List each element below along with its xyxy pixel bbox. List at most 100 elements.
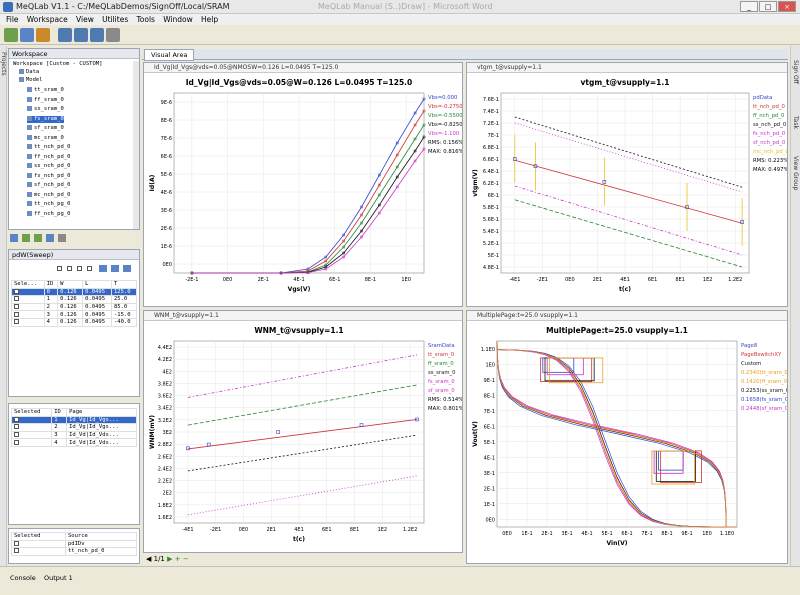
tree-node-data[interactable]: Data <box>19 69 39 77</box>
checkbox[interactable] <box>14 311 19 317</box>
option-checkbox[interactable] <box>67 266 72 271</box>
save-icon[interactable] <box>36 28 50 42</box>
grid-icon[interactable] <box>111 265 119 272</box>
link-icon[interactable] <box>90 28 104 42</box>
col-w[interactable]: W <box>57 280 84 289</box>
minimize-button[interactable]: _ <box>740 1 758 12</box>
row-checkbox[interactable] <box>10 423 53 432</box>
close-button[interactable]: × <box>778 1 796 12</box>
col-selected[interactable]: Selected <box>10 408 53 417</box>
col-l[interactable]: L <box>82 280 112 289</box>
menu-workspace[interactable]: Workspace <box>27 14 68 25</box>
table-row[interactable]: pdIDv <box>11 539 138 549</box>
checkbox[interactable] <box>14 439 19 445</box>
remove-page-icon[interactable]: − <box>183 555 189 563</box>
tree-item[interactable]: ss_sram_0 <box>27 106 64 114</box>
col-page[interactable]: Page <box>66 408 137 417</box>
menu-tools[interactable]: Tools <box>136 14 154 25</box>
checkbox[interactable] <box>14 548 19 554</box>
option-checkbox[interactable] <box>57 266 62 271</box>
row-checkbox[interactable] <box>11 287 45 297</box>
output-tab[interactable]: Output 1 <box>44 574 73 582</box>
col-source[interactable]: Source <box>64 532 138 541</box>
row-checkbox[interactable] <box>10 438 53 447</box>
menu-help[interactable]: Help <box>201 14 218 25</box>
checkbox[interactable] <box>14 432 19 438</box>
checkbox[interactable] <box>14 424 19 430</box>
col-id[interactable]: ID <box>43 280 59 289</box>
checkbox[interactable] <box>14 304 19 310</box>
copy-icon[interactable] <box>34 234 42 242</box>
row-checkbox[interactable] <box>11 317 45 327</box>
tree-item[interactable]: sf_sram_0 <box>27 125 64 133</box>
table-row[interactable]: 2 Id_Vg|Id_Vgs... <box>10 423 137 432</box>
checkbox[interactable] <box>14 417 19 422</box>
col-select[interactable]: Sele... <box>11 280 45 289</box>
prev-page-icon[interactable]: ◀ <box>146 555 151 563</box>
row-checkbox[interactable] <box>11 295 45 304</box>
menu-window[interactable]: Window <box>163 14 193 25</box>
checkbox[interactable] <box>14 296 19 302</box>
tree-item[interactable]: tt_nch_pd_0 <box>27 144 70 152</box>
table-row[interactable]: 1 Id_Vg|Id_Vgs... <box>10 415 137 425</box>
projects-tab[interactable]: Projects <box>0 52 7 76</box>
view-group-tab[interactable]: View Group <box>792 156 799 190</box>
checkbox[interactable] <box>14 289 19 294</box>
table-row[interactable]: 3 0.126 0.0495 -15.0 <box>11 310 138 319</box>
chart4-tab[interactable]: MultiplePage:t=25.0 vsupply=1.1 <box>467 311 787 321</box>
sign-off-tab[interactable]: Sign Off <box>792 60 799 84</box>
table-row[interactable]: 2 0.126 0.0495 85.0 <box>11 302 138 312</box>
export-icon[interactable] <box>74 28 88 42</box>
refresh-icon[interactable] <box>22 234 30 242</box>
option-checkbox[interactable] <box>87 266 92 271</box>
checkbox[interactable] <box>14 319 19 325</box>
add-page-icon[interactable]: + <box>175 555 181 563</box>
tree-item[interactable]: tt_nch_pg_0 <box>27 201 70 209</box>
workspace-root[interactable]: Workspace [Custom - CUSTOM] <box>13 61 102 69</box>
tree-item[interactable]: fs_sram_0 <box>27 115 64 123</box>
chart-icon[interactable] <box>123 265 131 272</box>
tree-item[interactable]: ff_nch_pg_0 <box>27 210 70 219</box>
add-icon[interactable] <box>10 234 18 242</box>
table-row[interactable]: 1 0.126 0.0495 25.0 <box>11 295 138 304</box>
open-icon[interactable] <box>20 28 34 42</box>
tree-item[interactable]: tt_sram_0 <box>27 87 64 95</box>
row-checkbox[interactable] <box>11 547 66 556</box>
table-icon[interactable] <box>99 265 107 272</box>
tree-item[interactable]: sf_nch_pd_0 <box>27 182 70 190</box>
table-row[interactable]: 0 0.126 0.0495 125.0 <box>11 287 138 297</box>
col-id[interactable]: ID <box>51 408 68 417</box>
option-checkbox[interactable] <box>77 266 82 271</box>
console-tab[interactable]: Console <box>10 574 36 582</box>
row-checkbox[interactable] <box>11 302 45 312</box>
tree-item[interactable]: mc_nch_pd_0 <box>27 191 70 200</box>
chart2-tab[interactable]: vtgm_t@vsupply=1.1 <box>467 63 787 73</box>
chart1-tab[interactable]: Id_Vg|Id_Vgs@vds=0.05@NMOSW=0.126 L=0.04… <box>144 63 462 73</box>
row-checkbox[interactable] <box>10 430 53 440</box>
menu-utilites[interactable]: Utilites <box>102 14 128 25</box>
tree-item[interactable]: ff_sram_0 <box>27 96 64 105</box>
table-row[interactable]: 4 Id_Vd|Id_Vds... <box>10 438 137 447</box>
tree-item[interactable]: ss_nch_pd_0 <box>27 163 70 171</box>
table-row[interactable]: tt_nch_pd_0 <box>11 547 138 556</box>
tree-item[interactable]: mc_sram_0 <box>27 134 64 143</box>
task-tab[interactable]: Task <box>792 116 799 129</box>
table-row[interactable]: 4 0.126 0.0495 -40.0 <box>11 317 138 327</box>
col-selected[interactable]: Selected <box>11 532 66 541</box>
tree-node-model[interactable]: Model <box>19 77 43 85</box>
tree-item[interactable]: fs_nch_pd_0 <box>27 172 70 181</box>
workspace-scrollbar[interactable] <box>133 61 139 229</box>
visual-area-tab[interactable]: Visual Area <box>144 49 195 61</box>
import-icon[interactable] <box>58 28 72 42</box>
row-checkbox[interactable] <box>11 310 45 319</box>
checkbox[interactable] <box>14 541 19 546</box>
menu-view[interactable]: View <box>76 14 94 25</box>
table-row[interactable]: 3 Id_Vd|Id_Vds... <box>10 430 137 440</box>
chart3-tab[interactable]: WNM_t@vsupply=1.1 <box>144 311 462 321</box>
menu-file[interactable]: File <box>6 14 19 25</box>
tree-item[interactable]: ff_nch_pd_0 <box>27 153 70 162</box>
delete-icon[interactable] <box>58 234 66 242</box>
next-page-icon[interactable]: ▶ <box>167 555 172 563</box>
row-checkbox[interactable] <box>11 539 66 549</box>
maximize-button[interactable]: □ <box>759 1 777 12</box>
